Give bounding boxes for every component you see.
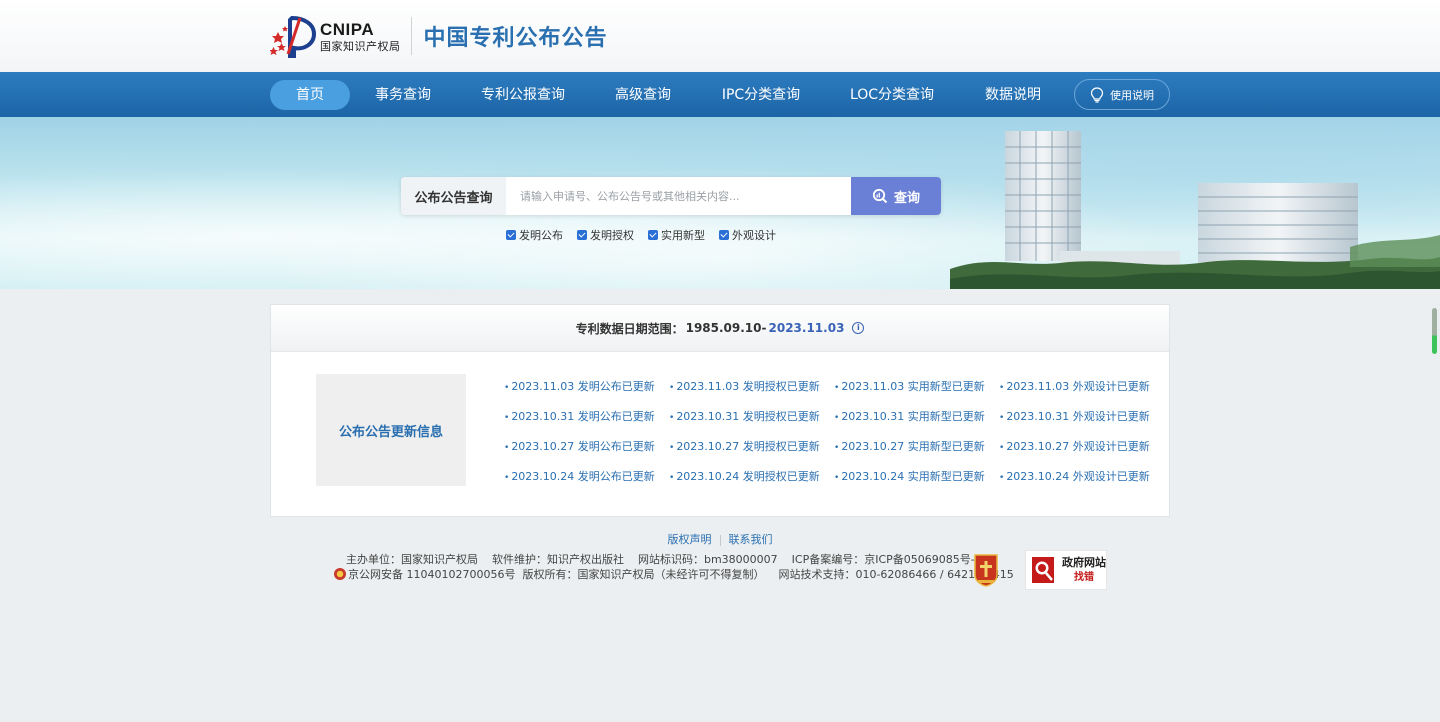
update-link[interactable]: 2023.10.31 实用新型已更新 xyxy=(834,409,999,425)
update-link[interactable]: 2023.10.31 发明授权已更新 xyxy=(669,409,834,425)
party-organization-badge-icon[interactable] xyxy=(972,553,1000,587)
update-link[interactable]: 2023.10.24 发明公布已更新 xyxy=(504,469,669,485)
filter-design[interactable]: 外观设计 xyxy=(719,227,776,243)
cnipa-logo[interactable]: CNIPA 国家知识产权局 中国专利公布公告 xyxy=(269,14,608,58)
main-nav: 首页 事务查询 专利公报查询 高级查询 IPC分类查询 LOC分类查询 数据说明… xyxy=(0,72,1440,117)
nav-item-loc-query[interactable]: LOC分类查询 xyxy=(840,80,944,110)
checkbox-checked-icon[interactable] xyxy=(506,230,516,240)
update-link[interactable]: 2023.10.31 外观设计已更新 xyxy=(999,409,1164,425)
search-banner: 公布公告查询 查询 发明公布 发明授权 实用新型 外观设计 xyxy=(0,117,1440,289)
nav-item-advanced-query[interactable]: 高级查询 xyxy=(603,80,683,110)
update-info-panel: 专利数据日期范围： 1985.09.10- 2023.11.03 i 公布公告更… xyxy=(270,304,1170,517)
nav-item-gazette-query[interactable]: 专利公报查询 xyxy=(473,80,573,110)
site-title: 中国专利公布公告 xyxy=(423,26,608,51)
help-button[interactable]: 使用说明 xyxy=(1074,79,1170,110)
search-icon xyxy=(872,188,888,204)
gov-badge-subtitle: 找错 xyxy=(1074,571,1094,583)
help-label: 使用说明 xyxy=(1110,88,1154,102)
logo-english-text: CNIPA xyxy=(320,19,375,39)
search-filters: 发明公布 发明授权 实用新型 外观设计 xyxy=(506,227,776,243)
update-link[interactable]: 2023.10.27 发明公布已更新 xyxy=(504,439,669,455)
lightbulb-icon xyxy=(1090,86,1104,103)
info-icon[interactable]: i xyxy=(852,322,865,334)
logo-chinese-text: 国家知识产权局 xyxy=(320,39,401,53)
footer-link-divider xyxy=(719,534,721,546)
nav-item-affairs-query[interactable]: 事务查询 xyxy=(363,80,443,110)
checkbox-checked-icon[interactable] xyxy=(648,230,658,240)
update-list: 2023.11.03 发明公布已更新 2023.11.03 发明授权已更新 20… xyxy=(504,379,1164,485)
update-link[interactable]: 2023.10.31 发明公布已更新 xyxy=(504,409,669,425)
update-link[interactable]: 2023.10.27 发明授权已更新 xyxy=(669,439,834,455)
footer-info-line: 主办单位：国家知识产权局 软件维护：知识产权出版社 网站标识码：bm380000… xyxy=(346,553,989,566)
nav-item-data-description[interactable]: 数据说明 xyxy=(973,80,1053,110)
update-link[interactable]: 2023.11.03 发明公布已更新 xyxy=(504,379,669,395)
search-box: 公布公告查询 查询 xyxy=(401,177,941,215)
contact-link[interactable]: 联系我们 xyxy=(729,533,773,546)
gov-badge-title: 政府网站 xyxy=(1062,556,1106,570)
search-button[interactable]: 查询 xyxy=(851,177,941,215)
footer-links: 版权声明 联系我们 xyxy=(0,531,1440,547)
footer-info-line-2: 京公网安备 11040102700056号 版权所有：国家知识产权局（未经许可不… xyxy=(334,566,1014,582)
update-link[interactable]: 2023.11.03 实用新型已更新 xyxy=(834,379,999,395)
nav-item-ipc-query[interactable]: IPC分类查询 xyxy=(713,80,809,110)
search-button-label: 查询 xyxy=(893,190,920,206)
update-link[interactable]: 2023.10.24 实用新型已更新 xyxy=(834,469,999,485)
checkbox-checked-icon[interactable] xyxy=(577,230,587,240)
site-header: CNIPA 国家知识产权局 中国专利公布公告 xyxy=(0,0,1440,72)
update-link[interactable]: 2023.10.27 外观设计已更新 xyxy=(999,439,1164,455)
update-link[interactable]: 2023.10.27 实用新型已更新 xyxy=(834,439,999,455)
data-range-label: 专利数据日期范围： xyxy=(575,321,684,336)
search-input[interactable] xyxy=(506,177,851,215)
filter-invention-publication[interactable]: 发明公布 xyxy=(506,227,563,243)
nav-item-home[interactable]: 首页 xyxy=(270,80,350,110)
data-range-start: 1985.09.10- xyxy=(685,321,767,335)
update-link[interactable]: 2023.11.03 发明授权已更新 xyxy=(669,379,834,395)
footer-copyright-text: 版权所有：国家知识产权局（未经许可不得复制） 网站技术支持：010-620864… xyxy=(515,568,1014,581)
side-scroll-indicator[interactable] xyxy=(1432,308,1437,354)
search-type-label[interactable]: 公布公告查询 xyxy=(401,177,506,215)
cnipa-building-illustration xyxy=(950,131,1440,289)
logo-divider xyxy=(410,17,412,55)
update-link[interactable]: 2023.11.03 外观设计已更新 xyxy=(999,379,1164,395)
data-range-end: 2023.11.03 xyxy=(768,321,845,335)
data-range-header: 专利数据日期范围： 1985.09.10- 2023.11.03 i xyxy=(271,305,1169,352)
police-record-link[interactable]: 京公网安备 11040102700056号 xyxy=(348,566,515,582)
update-link[interactable]: 2023.10.24 发明授权已更新 xyxy=(669,469,834,485)
public-security-badge-icon xyxy=(334,568,346,580)
magnifier-flag-icon xyxy=(1032,557,1054,583)
checkbox-checked-icon[interactable] xyxy=(719,230,729,240)
filter-invention-grant[interactable]: 发明授权 xyxy=(577,227,634,243)
copyright-link[interactable]: 版权声明 xyxy=(668,533,712,546)
gov-site-error-report-badge[interactable]: 政府网站 找错 xyxy=(1025,550,1107,590)
update-link[interactable]: 2023.10.24 外观设计已更新 xyxy=(999,469,1164,485)
filter-utility-model[interactable]: 实用新型 xyxy=(648,227,705,243)
cnipa-emblem-icon xyxy=(269,14,318,58)
update-info-title: 公布公告更新信息 xyxy=(316,374,466,486)
